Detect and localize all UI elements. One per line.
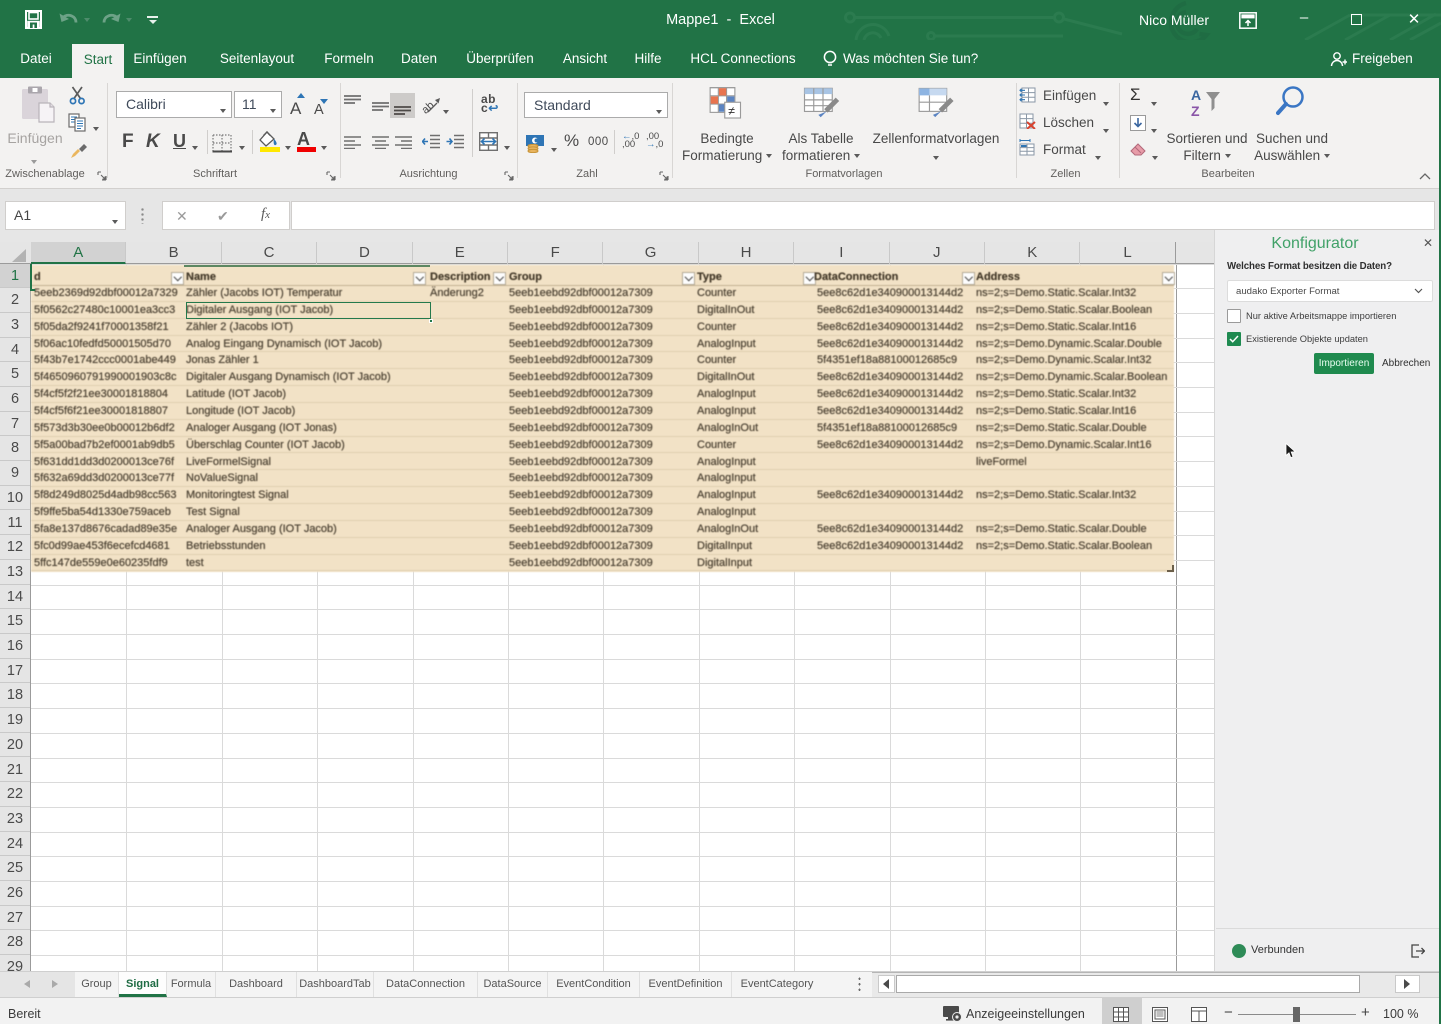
- svg-text:A: A: [1191, 87, 1201, 103]
- svg-text:ab: ab: [422, 99, 437, 116]
- svg-text:Z: Z: [1191, 103, 1200, 118]
- svg-text:≠: ≠: [728, 104, 735, 118]
